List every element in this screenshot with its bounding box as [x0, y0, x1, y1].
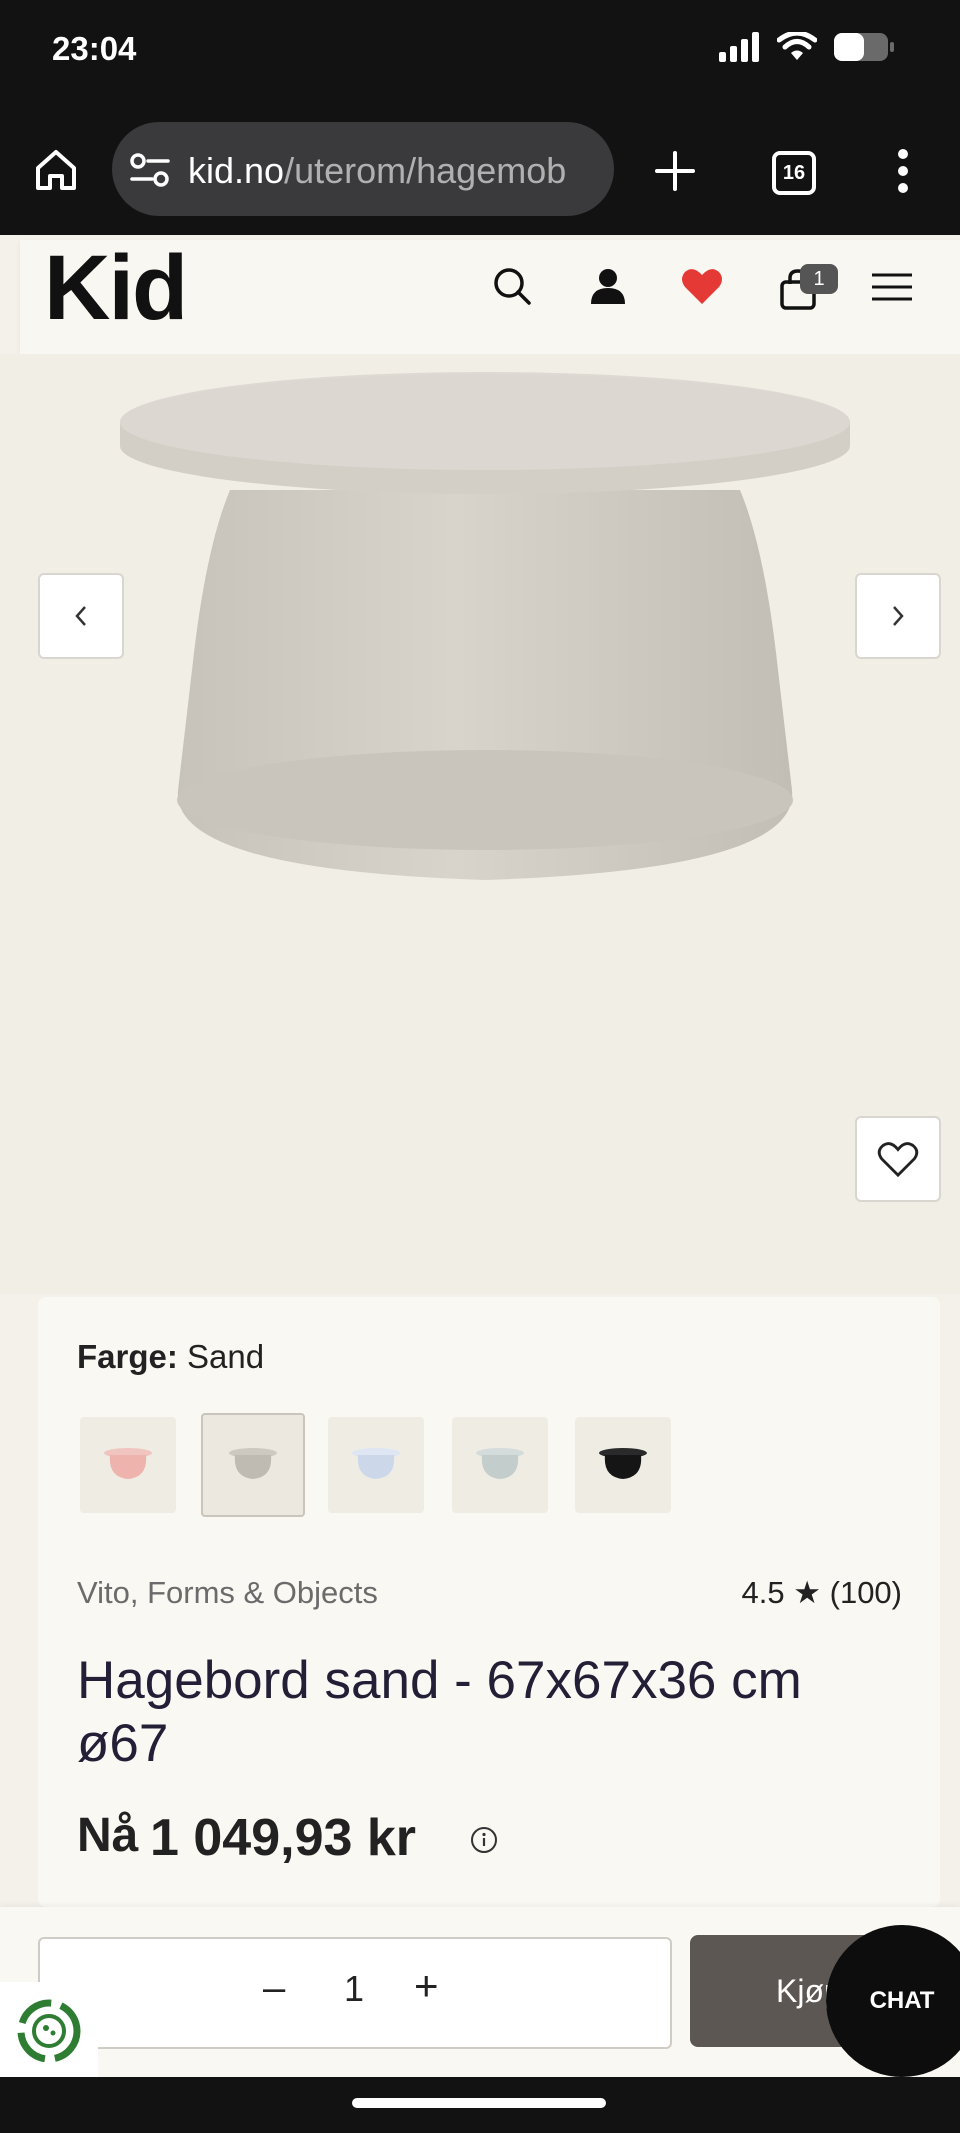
info-icon[interactable] [470, 1826, 498, 1854]
cart-count-badge: 1 [800, 264, 838, 294]
signal-icon [719, 32, 759, 62]
swatch-image-lys-bla [352, 1448, 400, 1479]
product-brand[interactable]: Vito, Forms & Objects [77, 1575, 378, 1611]
wishlist-heart-icon[interactable] [680, 266, 724, 306]
color-swatch-sand[interactable] [201, 1413, 305, 1517]
battery-icon [834, 33, 894, 61]
url-path: /uterom/hagemob [284, 150, 567, 191]
recycle-icon [17, 1999, 81, 2063]
color-selection-label: Farge: Sand [77, 1338, 264, 1376]
heart-outline-icon [877, 1142, 919, 1178]
color-swatch-lys-bla[interactable] [328, 1417, 424, 1513]
home-icon[interactable] [32, 146, 80, 194]
eco-badge[interactable] [0, 1982, 98, 2080]
gallery-next-button[interactable] [855, 573, 941, 659]
new-tab-icon[interactable] [654, 150, 696, 192]
color-swatch-svart[interactable] [575, 1417, 671, 1513]
color-swatch-rosa[interactable] [80, 1417, 176, 1513]
swatch-image-sand [229, 1448, 277, 1479]
quantity-decrease-button[interactable]: – [263, 1966, 285, 2011]
url-domain: kid.no [188, 150, 285, 191]
color-value: Sand [187, 1338, 265, 1375]
home-indicator[interactable] [352, 2098, 606, 2108]
site-settings-icon[interactable] [130, 152, 170, 188]
account-icon[interactable] [588, 266, 628, 306]
url-text[interactable]: kid.no/uterom/hagemob [188, 150, 598, 192]
color-label: Farge: [77, 1338, 178, 1375]
swatch-image-svart [599, 1448, 647, 1479]
chevron-left-icon [75, 606, 86, 626]
wifi-icon [777, 32, 817, 60]
price-label: Nå [77, 1809, 139, 1862]
gallery-prev-button[interactable] [38, 573, 124, 659]
status-icons [719, 32, 895, 62]
tab-switcher-button[interactable]: 16 [772, 151, 816, 195]
chevron-right-icon [893, 606, 904, 626]
color-swatch-gra[interactable] [452, 1417, 548, 1513]
search-icon[interactable] [492, 266, 532, 306]
product-rating[interactable]: 4.5 ★ (100) [742, 1575, 902, 1611]
swatch-image-rosa [104, 1448, 152, 1479]
site-logo[interactable]: Kid [44, 240, 188, 337]
product-image [120, 372, 850, 880]
add-to-favorites-button[interactable] [855, 1116, 941, 1202]
swatch-image-gra [476, 1448, 524, 1479]
more-menu-icon[interactable] [895, 148, 911, 194]
quantity-increase-button[interactable]: + [414, 1962, 439, 2010]
status-time: 23:04 [52, 30, 137, 67]
product-title: Hagebord sand - 67x67x36 cm ø67 [77, 1651, 802, 1773]
quantity-value[interactable]: 1 [344, 1968, 364, 2010]
menu-icon[interactable] [870, 272, 914, 302]
product-price: 1 049,93 kr [150, 1809, 417, 1867]
